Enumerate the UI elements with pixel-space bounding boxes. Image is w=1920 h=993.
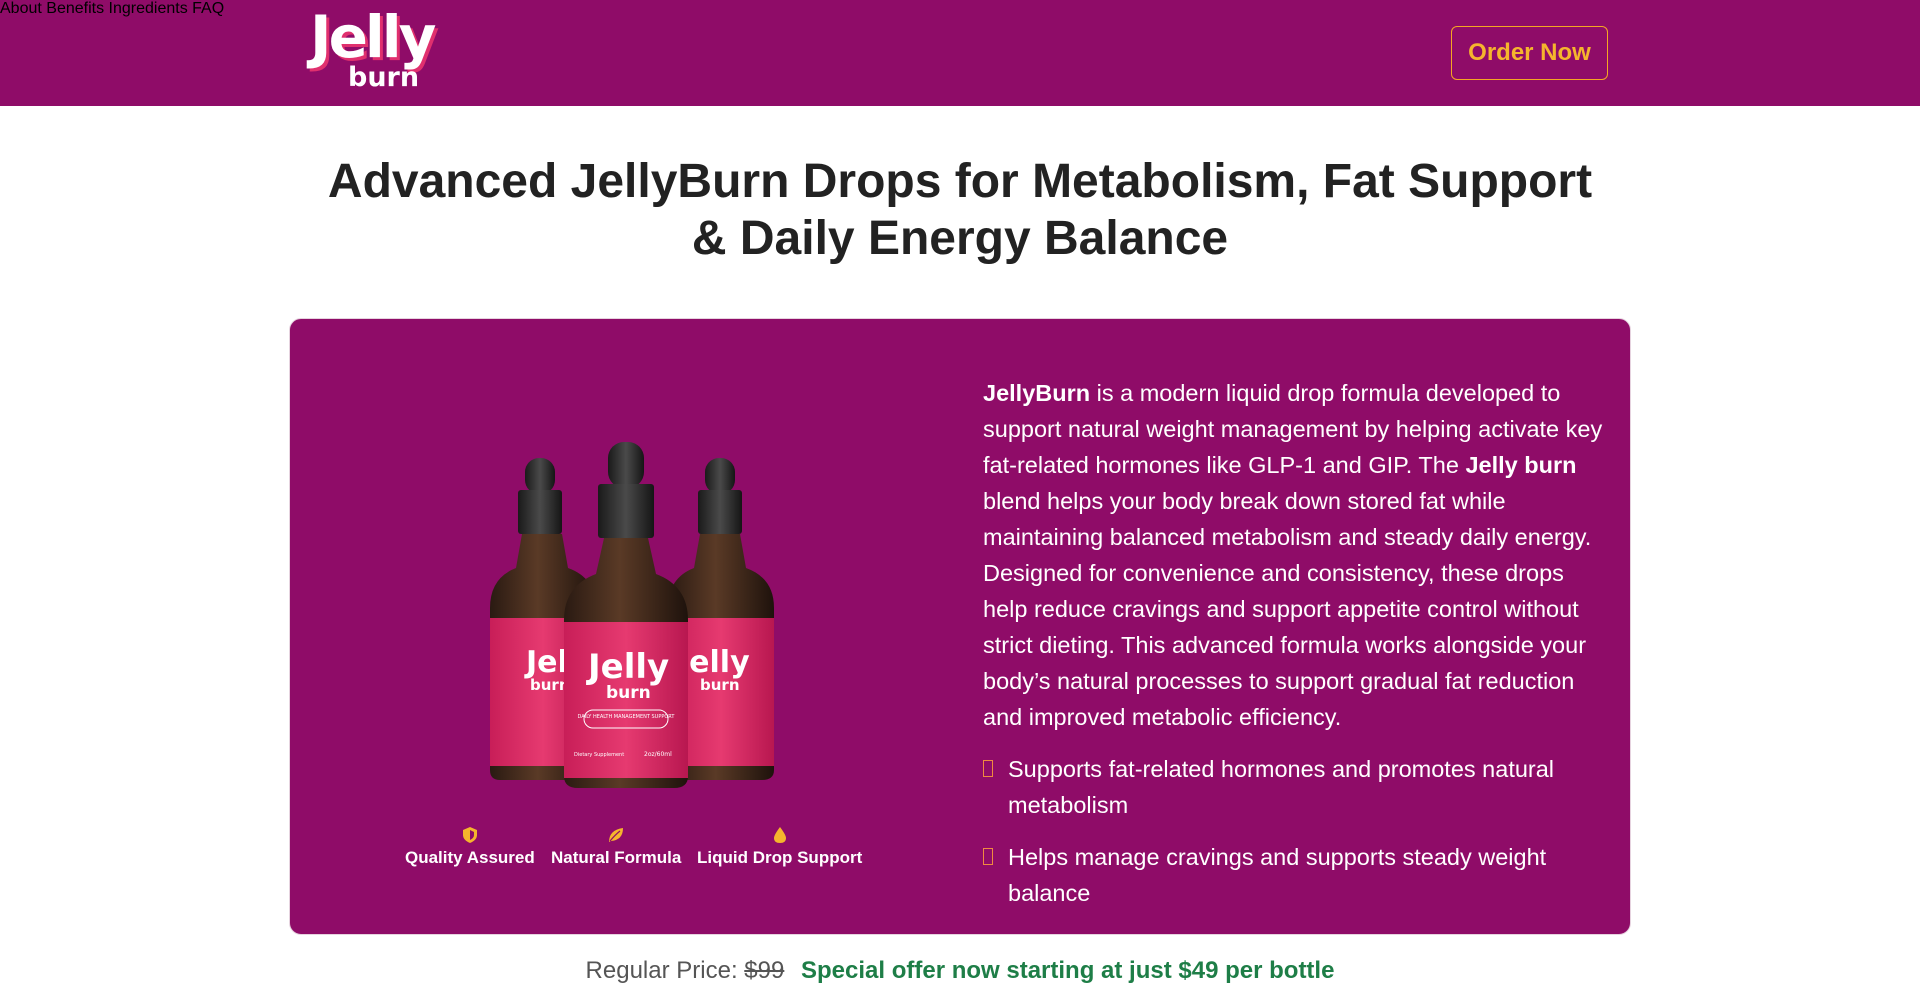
bottle-center-brand: Jelly [586,647,669,687]
bullet-marker-icon [983,760,993,777]
leaf-icon [609,828,624,842]
svg-text:burn: burn [606,683,651,703]
logo-word-jelly: Jelly [310,3,436,71]
regular-price-value: $99 [744,957,785,984]
benefit-bullet-1: Supports fat-related hormones and promot… [983,751,1603,823]
page-headline: Advanced JellyBurn Drops for Metabolism,… [260,153,1660,267]
bottle-center: Jelly burn DAILY HEALTH MANAGEMENT SUPPO… [564,442,688,788]
trust-badges: Quality Assured Natural Formula Liquid D… [400,826,862,872]
bullet-text: Supports fat-related hormones and promot… [1008,756,1555,818]
bullet-marker-icon [983,848,993,865]
headline-line-1: Advanced JellyBurn Drops for Metabolism,… [327,155,1593,208]
badge-natural-formula: Natural Formula [551,826,681,868]
nav-faq-link[interactable]: FAQ [192,0,224,17]
description-brand: JellyBurn [983,380,1091,406]
nav-benefits-link[interactable]: Benefits [46,0,104,17]
headline-line-2: & Daily Energy Balance [691,212,1229,265]
product-bottles-image: Jelly burn Jelly burn Jelly burn DAILY H… [490,442,774,788]
logo-word-burn: burn [348,62,420,93]
special-offer-text: Special offer now starting at just $49 p… [801,957,1335,984]
regular-price-label: Regular Price: [585,957,738,984]
bottle-tagline: DAILY HEALTH MANAGEMENT SUPPORT [578,714,676,720]
badge-label: Liquid Drop Support [697,848,863,867]
drop-icon [773,827,786,843]
bullet-text: Helps manage cravings and supports stead… [1008,844,1547,906]
badge-label: Natural Formula [551,848,682,867]
jellyburn-logo[interactable]: Jelly burn [310,3,458,96]
badge-quality-assured: Quality Assured [405,826,535,868]
description-text-2: blend helps your body break down stored … [983,488,1592,730]
order-now-button[interactable]: Order Now [1451,26,1608,80]
pricing-line: Regular Price: $99 Special offer now sta… [0,955,1920,987]
svg-text:Dietary Supplement: Dietary Supplement [574,752,624,758]
badge-liquid-drop-support: Liquid Drop Support [697,826,862,868]
svg-text:burn: burn [530,676,570,694]
nav-ingredients-link[interactable]: Ingredients [109,0,188,17]
product-description: JellyBurn is a modern liquid drop formul… [983,375,1603,735]
description-brand-2: Jelly burn [1465,452,1577,478]
svg-text:2oz/60ml: 2oz/60ml [644,751,672,758]
shield-icon [462,827,477,843]
nav-about-link[interactable]: About [0,0,42,17]
benefit-bullet-2: Helps manage cravings and supports stead… [983,839,1603,911]
top-nav-bar: Jelly burn About Benefits Ingredients FA… [0,0,1920,106]
badge-label: Quality Assured [405,848,535,867]
svg-text:burn: burn [700,676,740,694]
